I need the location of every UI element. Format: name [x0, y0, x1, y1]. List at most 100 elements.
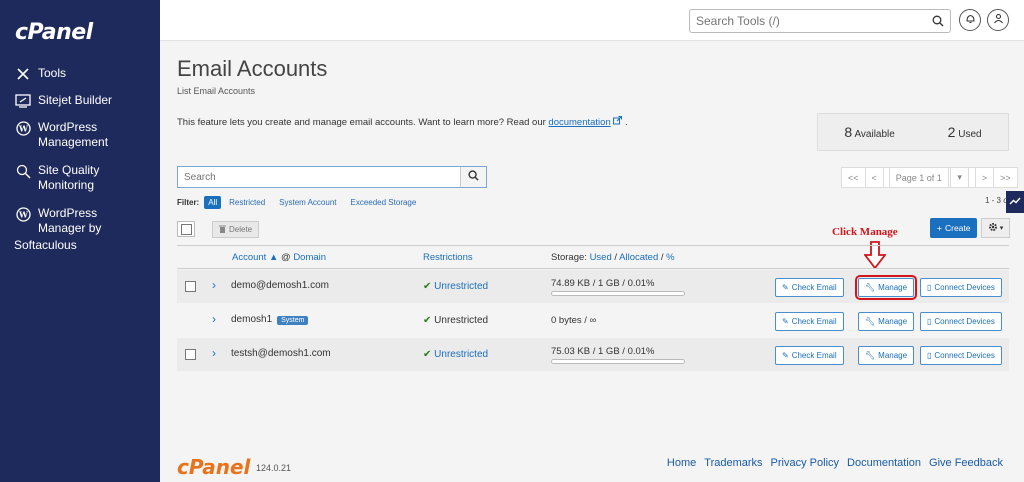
wordpress-icon: W: [14, 206, 32, 222]
next-page-button[interactable]: >: [974, 167, 995, 188]
connect-devices-button[interactable]: ▯ Connect Devices: [920, 312, 1002, 331]
used-sort-link[interactable]: Used: [590, 252, 612, 263]
check-email-button[interactable]: ✎ Check Email: [775, 312, 844, 331]
settings-dropdown-button[interactable]: ▾: [981, 218, 1010, 238]
prev-page-button[interactable]: <: [864, 167, 884, 188]
restriction-text: Unrestricted: [434, 315, 489, 326]
create-button[interactable]: + Create: [930, 218, 978, 238]
available-label: Available: [854, 129, 895, 140]
user-icon: [993, 11, 1004, 29]
side-panel-tab[interactable]: [1006, 191, 1024, 213]
check-icon: ✔: [423, 349, 432, 360]
filter-exceeded-storage[interactable]: Exceeded Storage: [351, 198, 417, 207]
bell-icon: [965, 11, 976, 29]
wrench-icon: 🔧︎: [865, 351, 876, 360]
sidebar-item-softaculous-label[interactable]: Softaculous: [14, 238, 77, 253]
manage-button[interactable]: 🔧︎ Manage: [854, 275, 918, 300]
search-button[interactable]: [460, 167, 486, 187]
first-page-button[interactable]: <<: [841, 167, 866, 188]
expand-row-chevron-icon[interactable]: ›: [212, 278, 216, 292]
filter-system-account[interactable]: System Account: [279, 198, 336, 207]
sidebar-item-label: WordPress: [38, 120, 98, 134]
account-column-header[interactable]: Account ▲ @ Domain: [232, 252, 326, 263]
top-bar: [160, 0, 1024, 41]
sidebar-item-label: WordPress: [38, 206, 98, 220]
account-search-input[interactable]: [178, 167, 463, 188]
restrictions-column-header[interactable]: Restrictions: [423, 252, 473, 263]
check-icon: ✔: [423, 315, 432, 326]
footer-link-give-feedback[interactable]: Give Feedback: [929, 457, 1003, 469]
manage-button[interactable]: 🔧︎ Manage: [858, 346, 915, 365]
svg-text:W: W: [18, 209, 29, 219]
search-icon[interactable]: [932, 14, 944, 32]
footer-link-documentation[interactable]: Documentation: [847, 457, 921, 469]
connect-devices-label: Connect Devices: [934, 283, 995, 292]
edit-external-icon: ✎: [782, 317, 789, 326]
sidebar-item-sitejet[interactable]: Sitejet Builder: [14, 93, 112, 109]
allocated-sort-link[interactable]: Allocated: [619, 252, 658, 263]
manage-button[interactable]: 🔧︎ Manage: [858, 312, 915, 331]
footer-link-home[interactable]: Home: [667, 457, 696, 469]
search-tools-box[interactable]: [689, 9, 951, 33]
connect-devices-button[interactable]: ▯ Connect Devices: [920, 278, 1002, 297]
caret-down-icon: ▾: [999, 225, 1004, 232]
main-content: Email Accounts List Email Accounts This …: [160, 41, 1024, 482]
svg-text:W: W: [18, 123, 29, 133]
row-checkbox[interactable]: [185, 281, 196, 295]
sidebar-item-tools[interactable]: Tools: [14, 66, 66, 82]
tools-icon: [14, 66, 32, 82]
user-menu-button[interactable]: [987, 9, 1009, 31]
connect-devices-button[interactable]: ▯ Connect Devices: [920, 346, 1002, 365]
select-all-checkbox[interactable]: [177, 221, 195, 237]
expand-row-chevron-icon[interactable]: ›: [212, 346, 216, 360]
restriction-link[interactable]: Unrestricted: [434, 349, 488, 360]
create-label: Create: [944, 223, 971, 233]
wordpress-icon: W: [14, 120, 32, 136]
filter-all[interactable]: All: [204, 196, 222, 209]
trend-chart-icon: [1009, 193, 1021, 211]
row-checkbox[interactable]: [185, 349, 196, 363]
trash-icon: [219, 225, 226, 235]
check-icon: ✔: [423, 281, 432, 292]
page-select-label: Page 1 of 1: [888, 167, 949, 188]
storage-usage: 74.89 KB / 1 GB / 0.01%: [551, 278, 655, 289]
delete-button[interactable]: Delete: [212, 221, 260, 238]
sidebar-item-wordpress-manager[interactable]: W WordPress Manager by: [14, 206, 101, 236]
notifications-button[interactable]: [959, 9, 981, 31]
check-email-button[interactable]: ✎ Check Email: [775, 278, 844, 297]
check-email-label: Check Email: [791, 317, 837, 326]
intro-text: This feature lets you create and manage …: [177, 116, 628, 128]
account-name-cell: demosh1 System: [231, 314, 309, 325]
table-row: › demo@demosh1.com ✔ Unrestricted 74.89 …: [177, 270, 1009, 303]
check-email-button[interactable]: ✎ Check Email: [775, 346, 844, 365]
edit-external-icon: ✎: [782, 351, 789, 360]
wrench-icon: 🔧︎: [865, 317, 876, 326]
check-email-label: Check Email: [791, 351, 837, 360]
storage-progress-bar: [551, 291, 685, 296]
expand-row-chevron-icon[interactable]: ›: [212, 312, 216, 326]
sidebar-item-label: Tools: [38, 66, 67, 80]
intro-sentence: This feature lets you create and manage …: [177, 117, 549, 128]
account-sort-link[interactable]: Account: [232, 252, 266, 263]
mobile-device-icon: ▯: [927, 283, 932, 292]
filter-restricted[interactable]: Restricted: [229, 198, 265, 207]
last-page-button[interactable]: >>: [993, 167, 1018, 188]
restriction-link[interactable]: Unrestricted: [434, 281, 488, 292]
connect-devices-label: Connect Devices: [934, 351, 995, 360]
sidebar-item-site-quality[interactable]: Site Quality Monitoring: [14, 163, 99, 193]
check-email-label: Check Email: [791, 283, 837, 292]
documentation-link[interactable]: documentation: [548, 117, 610, 128]
checkbox-box: [185, 281, 196, 292]
restrictions-sort-link[interactable]: Restrictions: [423, 252, 473, 263]
search-tools-input[interactable]: [690, 10, 920, 32]
sidebar-item-sublabel: Monitoring: [38, 178, 95, 192]
footer-link-trademarks[interactable]: Trademarks: [704, 457, 762, 469]
system-badge: System: [277, 316, 309, 325]
domain-sort-link[interactable]: Domain: [293, 252, 326, 263]
storage-usage: 75.03 KB / 1 GB / 0.01%: [551, 346, 655, 357]
percent-sort-link[interactable]: %: [666, 252, 674, 263]
cpanel-logo[interactable]: cPanel: [15, 20, 93, 45]
page-select[interactable]: Page 1 of 1 ▾: [882, 167, 976, 188]
sidebar-item-wordpress-management[interactable]: W WordPress Management: [14, 120, 108, 150]
footer-link-privacy-policy[interactable]: Privacy Policy: [771, 457, 839, 469]
